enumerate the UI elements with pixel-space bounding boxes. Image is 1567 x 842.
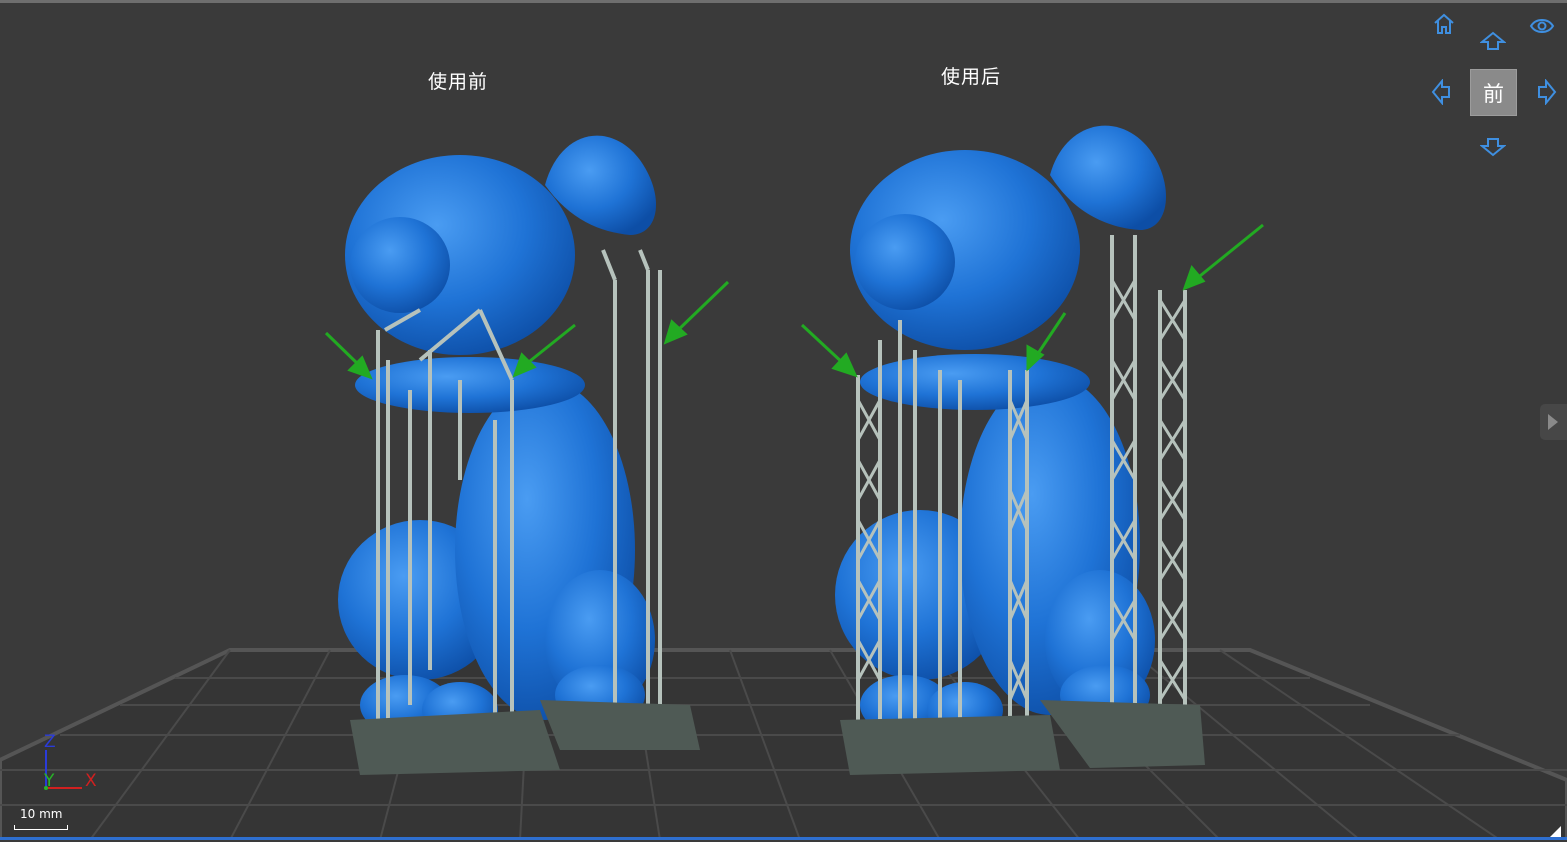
scale-bar-text: 10 mm: [20, 807, 63, 821]
label-after: 使用后: [941, 66, 1002, 88]
scale-bar-line: [14, 825, 68, 830]
dog-model-before: [338, 135, 657, 738]
axis-indicator: Z Y X: [30, 730, 110, 800]
chevron-right-icon: [1548, 414, 1558, 430]
resize-grip-icon[interactable]: [1549, 823, 1561, 838]
scale-bar: 10 mm: [12, 805, 70, 831]
eye-icon[interactable]: [1529, 13, 1555, 39]
label-before: 使用前: [428, 71, 489, 93]
axis-z-label: Z: [44, 732, 56, 752]
arrow-left-icon[interactable]: [1429, 78, 1455, 106]
build-plate-grid: [0, 648, 1567, 840]
axis-x-label: X: [85, 771, 97, 791]
arrow-up-icon[interactable]: [1479, 29, 1507, 55]
axis-y-label: Y: [44, 771, 55, 791]
arrow-right-icon[interactable]: [1533, 78, 1559, 106]
view-front-button[interactable]: 前: [1470, 69, 1517, 116]
home-icon[interactable]: [1431, 11, 1457, 37]
dog-model-after: [835, 125, 1167, 738]
arrow-down-icon[interactable]: [1479, 133, 1507, 159]
viewport-3d[interactable]: [0, 0, 1567, 840]
side-panel-toggle[interactable]: [1540, 404, 1567, 440]
